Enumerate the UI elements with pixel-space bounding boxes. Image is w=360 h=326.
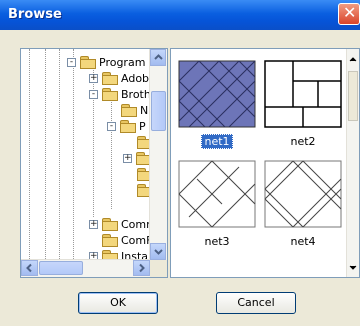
folder-icon (121, 104, 137, 117)
expand-icon[interactable]: + (123, 153, 132, 163)
chevron-down-icon[interactable] (347, 261, 359, 275)
folder-icon (137, 184, 149, 197)
scroll-thumb[interactable] (39, 261, 83, 275)
tree-node[interactable]: - Broth (89, 86, 149, 102)
chevron-down-icon (154, 249, 163, 255)
scrollbar-corner (150, 260, 167, 277)
chevron-up-icon[interactable] (347, 53, 359, 67)
thumbnail-label: net1 (177, 134, 257, 149)
collapse-icon[interactable]: - (89, 89, 98, 99)
scroll-right-button[interactable] (133, 260, 150, 276)
net1-pattern-image (178, 60, 256, 128)
close-icon: ✕ (343, 3, 357, 22)
thumbnail-label: net4 (290, 235, 316, 248)
tree-node-label: Instal (121, 249, 149, 260)
close-button[interactable]: ✕ (338, 3, 360, 25)
collapse-icon[interactable]: - (107, 121, 116, 131)
tree-node[interactable]: + (123, 150, 149, 166)
folder-icon (102, 250, 118, 259)
tree-node-label: Broth (121, 87, 149, 101)
scroll-down-button[interactable] (150, 243, 166, 260)
tree-node[interactable]: + Adob (89, 70, 149, 86)
scroll-thumb[interactable] (348, 71, 358, 121)
folder-open-icon (102, 88, 118, 101)
net4-pattern-image (264, 160, 342, 228)
folder-icon (137, 168, 149, 181)
expand-icon[interactable]: + (89, 219, 98, 229)
tree-node-label: Adob (121, 71, 149, 85)
collapse-icon[interactable]: - (67, 57, 76, 67)
thumbnail-label: net2 (290, 135, 316, 148)
net2-pattern-image (264, 60, 342, 128)
folder-icon (102, 234, 118, 247)
tree-node[interactable]: - Program F (67, 54, 149, 70)
tree-node[interactable]: + Instal (89, 248, 149, 259)
chevron-up-icon (154, 54, 163, 60)
tree-horizontal-scrollbar[interactable] (21, 259, 150, 277)
scroll-up-button[interactable] (150, 49, 166, 66)
thumbnail-net3[interactable]: net3 (177, 159, 257, 248)
ok-button[interactable]: OK (78, 292, 158, 314)
thumbnail-net4[interactable]: net4 (263, 159, 343, 248)
tree-content: - Program F + Adob - Broth N - P + (21, 49, 149, 259)
tree-node[interactable]: N (121, 102, 148, 118)
scroll-thumb[interactable] (151, 91, 166, 131)
window-title: Browse (8, 7, 62, 22)
scroll-left-button[interactable] (21, 260, 38, 276)
expand-icon[interactable]: + (89, 73, 98, 83)
title-bar: Browse ✕ (0, 0, 360, 30)
expand-icon[interactable]: + (89, 251, 98, 259)
tree-node-label: Program F (99, 55, 149, 69)
pattern-thumbnails[interactable]: net1 net2 net3 net4 (170, 48, 360, 278)
tree-node[interactable] (137, 182, 149, 198)
folder-open-icon (120, 120, 136, 133)
thumbnail-net2[interactable]: net2 (263, 59, 343, 148)
thumbnail-label: net3 (204, 235, 230, 248)
tree-node[interactable] (137, 134, 149, 150)
tree-node-label: P (139, 119, 146, 133)
cancel-button[interactable]: Cancel (216, 292, 296, 314)
folder-icon (137, 136, 149, 149)
tree-node-label: Comn (121, 217, 149, 231)
tree-node-label: N (140, 103, 149, 117)
tree-vertical-scrollbar[interactable] (149, 49, 167, 260)
thumbnails-vertical-scrollbar[interactable] (346, 49, 359, 277)
tree-node[interactable]: ComF (102, 232, 149, 248)
tree-node[interactable] (137, 166, 149, 182)
folder-tree[interactable]: - Program F + Adob - Broth N - P + (20, 48, 168, 278)
net3-pattern-image (178, 160, 256, 228)
folder-icon (102, 72, 118, 85)
thumbnail-net1[interactable]: net1 (177, 59, 257, 149)
tree-node[interactable]: + Comn (89, 216, 149, 232)
folder-icon (102, 218, 118, 231)
tree-node-label: ComF (121, 233, 149, 247)
folder-icon (136, 152, 149, 165)
chevron-right-icon (139, 263, 145, 273)
chevron-left-icon (26, 263, 32, 273)
tree-node[interactable]: - P (107, 118, 146, 134)
folder-open-icon (80, 56, 96, 69)
